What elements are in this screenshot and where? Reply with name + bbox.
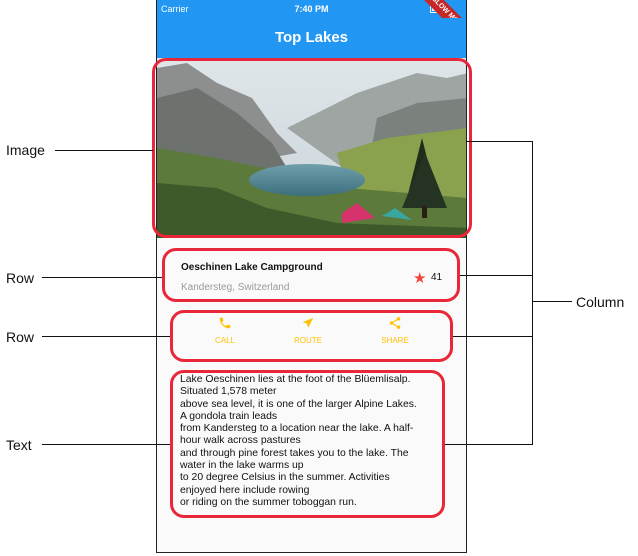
status-bar: Carrier 7:40 PM xyxy=(157,0,466,18)
row-callout-2: Row xyxy=(6,329,35,345)
column-bracket-row1 xyxy=(460,275,533,276)
image-callout-line xyxy=(55,150,153,151)
text-highlight-box xyxy=(170,370,445,518)
column-bracket-vertical xyxy=(532,141,533,445)
row-callout-line-1 xyxy=(42,277,162,278)
image-callout: Image xyxy=(6,142,45,158)
app-bar-title: Top Lakes xyxy=(157,18,466,58)
column-callout: Column xyxy=(576,294,625,310)
text-callout: Text xyxy=(6,437,32,453)
row-callout-line-2 xyxy=(42,336,170,337)
row-callout-1: Row xyxy=(6,270,35,286)
button-row-highlight-box xyxy=(170,310,453,362)
text-callout-line xyxy=(42,444,170,445)
column-callout-line xyxy=(532,301,572,302)
clock: 7:40 PM xyxy=(294,4,329,14)
image-highlight-box xyxy=(152,58,472,238)
column-bracket-top xyxy=(466,141,533,142)
column-bracket-row2 xyxy=(453,336,533,337)
column-bracket-bottom xyxy=(445,444,533,445)
title-row-highlight-box xyxy=(162,248,460,302)
